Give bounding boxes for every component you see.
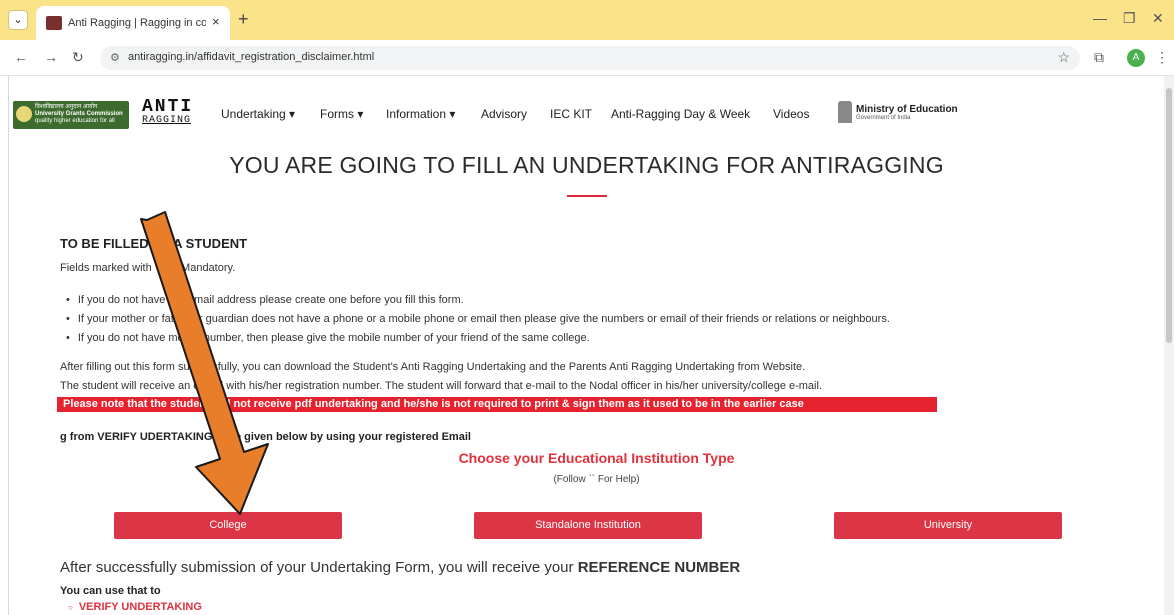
reference-number-label: REFERENCE NUMBER [577, 559, 741, 576]
reference-number-text: After successfully submission of your Un… [60, 559, 740, 576]
instruction-bullet: If you do not have an E mail address ple… [66, 294, 464, 306]
extensions-icon[interactable]: ⧉ [1094, 49, 1104, 66]
nav-anti-ragging-day[interactable]: Anti-Ragging Day & Week [611, 107, 750, 121]
forward-arrow-icon[interactable]: → [44, 49, 58, 65]
ugc-logo-line2: University Grants Commission [35, 111, 123, 117]
tab-close-button[interactable]: × [212, 14, 220, 29]
site-info-icon[interactable]: ⚙ [110, 51, 120, 64]
anti-ragging-logo-top[interactable]: ANTI [142, 98, 193, 116]
ugc-logo-line3: quality higher education for all [35, 118, 115, 124]
use-that-label: You can use that to [60, 585, 161, 597]
heading-underline [567, 195, 607, 197]
instruction-bullet: If your mother or father or guardian doe… [66, 313, 890, 325]
site-favicon-icon [46, 16, 62, 30]
nav-undertaking[interactable]: Undertaking ▾ [221, 107, 295, 121]
info-paragraph-download: After filling out this form successfully… [60, 361, 806, 373]
browser-tab-bar: ⌄ Anti Ragging | Ragging in colle × + — … [0, 0, 1174, 40]
close-window-icon[interactable]: ✕ [1152, 10, 1164, 27]
national-emblem-icon [838, 101, 852, 123]
scrollbar-thumb[interactable] [1166, 88, 1172, 343]
pdf-notice-banner: Please note that the student will not re… [57, 397, 937, 412]
institution-type-heading: Choose your Educational Institution Type [458, 450, 735, 466]
minimize-icon[interactable]: — [1093, 10, 1107, 26]
tab-search-button[interactable]: ⌄ [8, 10, 28, 30]
new-tab-button[interactable]: + [238, 9, 249, 30]
ugc-logo-line1: विश्वविद्यालय अनुदान आयोग [35, 104, 98, 110]
info-paragraph-email: The student will receive an e-mail with … [60, 380, 822, 392]
bookmark-star-icon[interactable]: ☆ [1057, 49, 1070, 66]
back-arrow-icon[interactable]: ← [14, 49, 28, 65]
address-toolbar: ← → ↻ ⚙ antiragging.in/affidavit_registr… [0, 40, 1174, 76]
standalone-institution-button[interactable]: Standalone Institution [474, 512, 702, 539]
verify-hint-text: g from VERIFY UDERTAKING page given belo… [60, 431, 471, 443]
reference-number-text-pre: After successfully submission of your Un… [60, 559, 578, 576]
ministry-title[interactable]: Ministry of Education [856, 104, 958, 115]
ugc-emblem-icon [16, 106, 32, 122]
profile-avatar[interactable]: A [1127, 49, 1145, 67]
university-button[interactable]: University [834, 512, 1062, 539]
tab-title: Anti Ragging | Ragging in colle [68, 17, 206, 29]
page-scrollbar[interactable] [1164, 76, 1174, 615]
verify-undertaking-link[interactable]: VERIFY UNDERTAKING [68, 601, 202, 613]
restore-icon[interactable]: ❐ [1123, 10, 1136, 27]
menu-kebab-icon[interactable]: ⋮ [1155, 49, 1169, 66]
nav-videos[interactable]: Videos [773, 107, 809, 121]
ministry-subtitle: Government of India [856, 115, 911, 121]
nav-iec-kit[interactable]: IEC KIT [550, 107, 592, 121]
nav-advisory[interactable]: Advisory [481, 107, 527, 121]
instruction-bullet: If you do not have mobile number, then p… [66, 332, 590, 344]
college-button[interactable]: College [114, 512, 342, 539]
ugc-logo[interactable]: विश्वविद्यालय अनुदान आयोग University Gra… [13, 101, 129, 129]
reload-icon[interactable]: ↻ [72, 49, 84, 66]
mandatory-fields-note: Fields marked with * are Mandatory. [60, 262, 236, 274]
anti-ragging-logo-bottom[interactable]: RAGGING [142, 115, 191, 126]
browser-tab[interactable]: Anti Ragging | Ragging in colle × [36, 6, 230, 40]
address-bar[interactable]: ⚙ antiragging.in/affidavit_registration_… [100, 46, 1080, 70]
page-title: YOU ARE GOING TO FILL AN UNDERTAKING FOR… [229, 152, 944, 178]
nav-forms[interactable]: Forms ▾ [320, 107, 363, 121]
nav-information[interactable]: Information ▾ [386, 107, 455, 121]
url-text: antiragging.in/affidavit_registration_di… [128, 51, 375, 63]
section-title: TO BE FILLED BY A STUDENT [60, 236, 248, 251]
help-text: (Follow `` For Help) [553, 474, 640, 485]
